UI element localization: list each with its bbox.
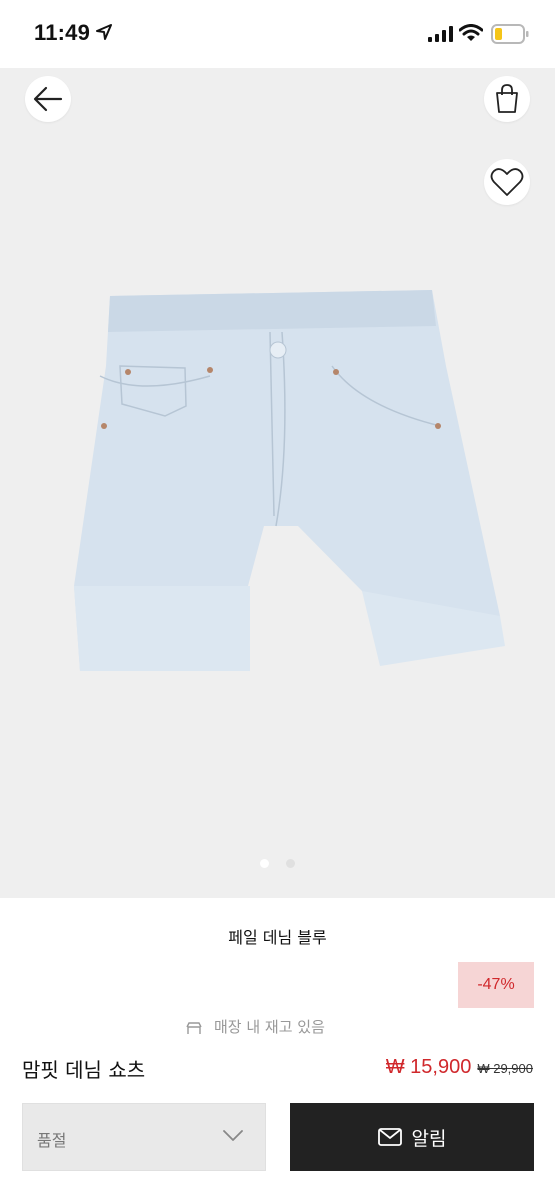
back-arrow-icon <box>33 86 63 112</box>
back-button[interactable] <box>25 76 71 122</box>
shopping-bag-icon <box>496 84 518 113</box>
wishlist-button[interactable] <box>484 159 530 205</box>
notify-button[interactable]: 알림 <box>290 1103 534 1171</box>
chevron-down-icon <box>223 1130 243 1141</box>
signal-icon <box>428 26 453 42</box>
purchase-bar: 맘핏 데님 쇼츠 ₩ 15,900 ₩ 29,900 품절 알림 <box>0 1036 555 1200</box>
location-arrow-icon <box>96 24 112 40</box>
battery-icon <box>491 24 529 44</box>
status-time: 11:49 <box>34 20 91 45</box>
mail-icon <box>377 1128 402 1146</box>
notify-button-label: 알림 <box>411 1127 447 1150</box>
discount-badge: -47% <box>458 962 534 1008</box>
store-icon <box>186 1022 202 1034</box>
sale-price: ₩ 15,900 <box>385 1056 472 1078</box>
gallery-pagination <box>0 853 555 872</box>
color-name: 페일 데님 블루 <box>228 928 327 947</box>
pagination-dot-2[interactable] <box>286 859 296 868</box>
price: ₩ 15,900 ₩ 29,900 <box>386 1056 533 1079</box>
size-select[interactable]: 품절 <box>22 1103 266 1171</box>
heart-icon <box>490 168 524 196</box>
wifi-icon <box>459 24 483 41</box>
shopping-bag-button[interactable] <box>484 76 530 122</box>
product-image-gallery[interactable] <box>0 68 555 898</box>
original-price: ₩ 29,900 <box>477 1061 533 1076</box>
stock-notice-text: 매장 내 재고 있음 <box>214 1018 325 1034</box>
pagination-dot-1[interactable] <box>259 859 269 868</box>
size-select-value: 품절 <box>37 1131 67 1150</box>
product-image <box>74 290 505 671</box>
product-name: 맘핏 데님 쇼츠 <box>22 1058 146 1082</box>
status-bar: 11:49 <box>0 0 555 68</box>
stock-notice: 매장 내 재고 있음 <box>0 1012 555 1034</box>
